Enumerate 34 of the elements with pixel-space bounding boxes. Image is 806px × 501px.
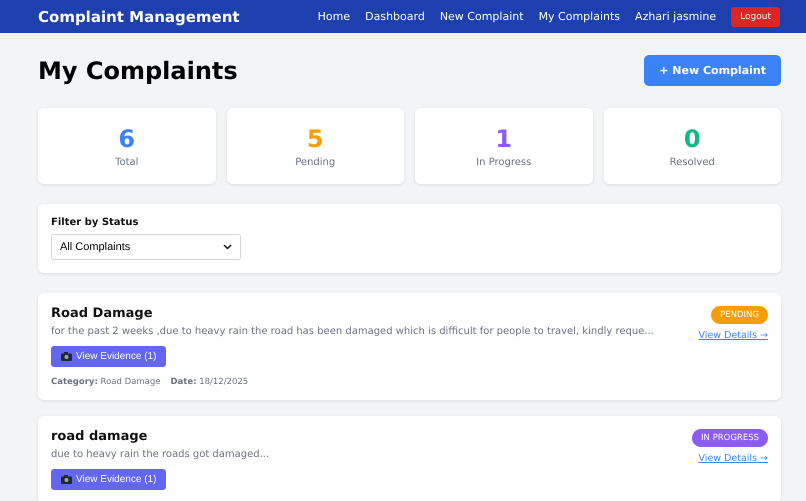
user-name: Azhari jasmine	[635, 10, 716, 23]
date-text: Date: 18/12/2025	[170, 377, 248, 387]
category-text: Category: Road Damage	[51, 377, 160, 387]
chevron-down-icon	[223, 244, 232, 250]
stat-label: Resolved	[670, 156, 715, 168]
stat-label: In Progress	[476, 156, 532, 168]
stat-label: Total	[115, 156, 138, 168]
stat-value: 0	[684, 124, 701, 152]
nav-link[interactable]: My Complaints	[538, 10, 620, 23]
complaint-title: Road Damage	[51, 306, 153, 321]
stat-value: 5	[306, 124, 324, 152]
nav-link[interactable]: Home	[318, 10, 350, 23]
complaint-description: due to heavy rain the roads got damaged...	[51, 449, 270, 460]
logout-button[interactable]: Logout	[731, 6, 780, 26]
complaint-description: for the past 2 weeks ,due to heavy rain the road has been damaged which is difficult for people to travel, kindly reque...	[51, 326, 654, 337]
view-details-link[interactable]: View Details →	[698, 330, 768, 341]
status-badge: IN PROGRESS	[692, 429, 768, 447]
complaint-title: road damage	[51, 429, 148, 444]
stat-value: 1	[495, 124, 512, 152]
view-evidence-button[interactable]: View Evidence (1)	[51, 346, 166, 367]
page-title: My Complaints	[38, 56, 238, 84]
nav-link[interactable]: Dashboard	[365, 10, 425, 23]
brand-title: Complaint Management	[38, 8, 241, 26]
filter-label: Filter by Status	[51, 217, 140, 228]
stat-value: 6	[118, 124, 136, 152]
view-details-link[interactable]: View Details →	[698, 453, 768, 464]
camera-icon	[61, 475, 72, 484]
stat-label: Pending	[295, 156, 336, 168]
new-complaint-button[interactable]: + New Complaint	[644, 55, 781, 86]
camera-icon	[61, 352, 72, 361]
status-badge: PENDING	[711, 306, 768, 324]
nav-link[interactable]: New Complaint	[440, 10, 524, 23]
status-select[interactable]: All Complaints	[51, 234, 241, 260]
view-evidence-button[interactable]: View Evidence (1)	[51, 469, 166, 490]
